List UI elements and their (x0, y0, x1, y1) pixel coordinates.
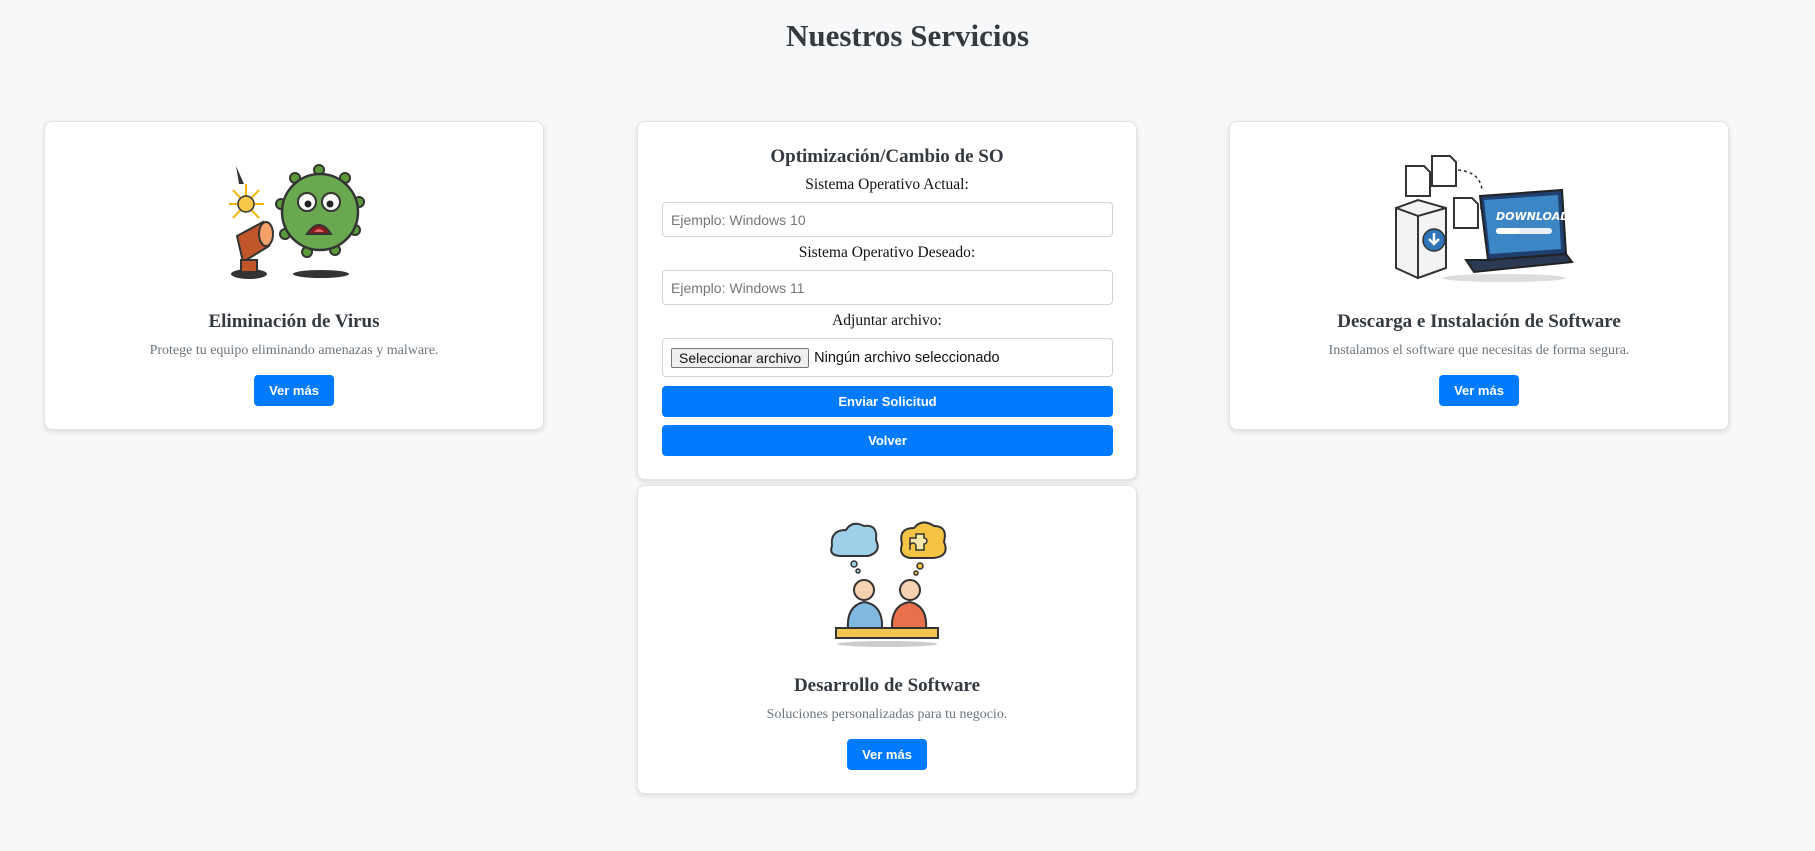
file-label: Adjuntar archivo: (832, 312, 942, 329)
card-title: Eliminación de Virus (208, 311, 380, 332)
current-os-label: Sistema Operativo Actual: (805, 176, 969, 193)
virus-icon (229, 164, 365, 279)
software-download-illustration: DOWNLOAD (1230, 154, 1728, 284)
card-title: Desarrollo de Software (793, 675, 981, 696)
card-description: Protege tu equipo eliminando amenazas y … (149, 343, 439, 358)
form-title: Optimización/Cambio de SO (770, 146, 1004, 167)
desired-os-input[interactable] (662, 270, 1113, 305)
ver-mas-button[interactable]: Ver más (847, 739, 927, 770)
download-screen-text: DOWNLOAD (1496, 210, 1569, 223)
teamwork-icon (830, 521, 947, 647)
back-button[interactable]: Volver (662, 425, 1113, 456)
service-card-virus: Eliminación de Virus Protege tu equipo e… (44, 121, 544, 430)
os-optimization-form-card: Optimización/Cambio de SO Sistema Operat… (637, 121, 1137, 480)
card-title: Descarga e Instalación de Software (1337, 311, 1621, 332)
download-icon: DOWNLOAD (1395, 155, 1574, 282)
virus-removal-illustration (45, 154, 543, 284)
service-card-dev: Desarrollo de Software Soluciones person… (637, 485, 1137, 794)
choose-file-button[interactable]: Seleccionar archivo (671, 347, 810, 368)
service-card-download: DOWNLOAD Descarga e Instalación de Softw… (1229, 121, 1729, 430)
file-status: Ningún archivo seleccionado (814, 349, 1000, 366)
file-input[interactable]: Seleccionar archivo Ningún archivo selec… (662, 338, 1113, 377)
current-os-input[interactable] (662, 202, 1113, 237)
ver-mas-button[interactable]: Ver más (254, 375, 334, 406)
card-description: Instalamos el software que necesitas de … (1328, 343, 1630, 358)
page-title: Nuestros Servicios (785, 18, 1030, 53)
submit-request-button[interactable]: Enviar Solicitud (662, 386, 1113, 417)
desired-os-label: Sistema Operativo Deseado: (798, 244, 976, 261)
ver-mas-button[interactable]: Ver más (1439, 375, 1519, 406)
card-description: Soluciones personalizadas para tu negoci… (766, 707, 1008, 722)
software-development-illustration (638, 518, 1136, 648)
